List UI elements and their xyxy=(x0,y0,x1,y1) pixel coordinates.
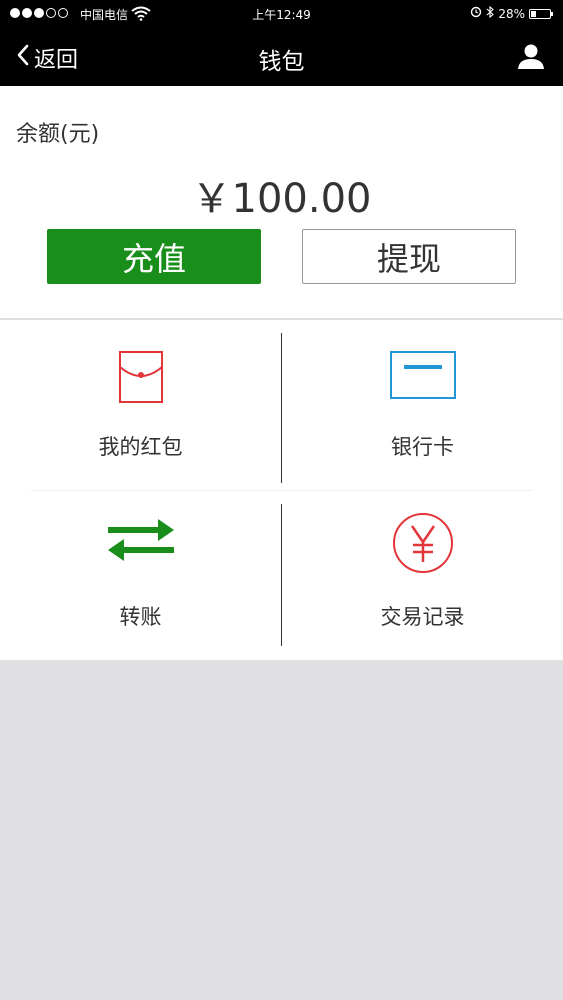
withdraw-button[interactable]: 提现 xyxy=(302,229,516,284)
balance-card: 余额(元) ￥100.00 充值 提现 xyxy=(0,86,563,318)
user-profile-button[interactable] xyxy=(517,42,545,74)
user-icon xyxy=(517,44,545,74)
menu-item-label: 银行卡 xyxy=(391,435,454,459)
status-right-group: 28% xyxy=(470,5,553,21)
menu-item-transfer[interactable]: 转账 xyxy=(0,491,281,661)
balance-label: 余额(元) xyxy=(16,122,100,147)
status-bar: 中国电信 上午12:49 28% xyxy=(0,0,563,28)
recharge-button[interactable]: 充值 xyxy=(47,229,261,284)
bluetooth-icon xyxy=(486,5,495,21)
menu-item-label: 转账 xyxy=(119,605,162,629)
battery-percent: 28% xyxy=(498,6,525,21)
balance-amount: ￥100.00 xyxy=(191,176,372,222)
page-title: 钱包 xyxy=(258,49,305,75)
menu-item-bank-card[interactable]: 银行卡 xyxy=(282,320,563,490)
wallet-function-grid: 我的红包 银行卡 转账 交易记录 xyxy=(0,319,563,660)
alarm-icon xyxy=(470,6,482,21)
menu-item-transactions[interactable]: 交易记录 xyxy=(282,491,563,661)
yuan-circle-icon xyxy=(282,512,563,574)
nav-bar: 返回 钱包 xyxy=(0,28,563,86)
menu-item-red-envelope[interactable]: 我的红包 xyxy=(0,320,281,490)
red-envelope-icon xyxy=(0,351,281,403)
menu-item-label: 我的红包 xyxy=(98,435,183,459)
transfer-arrows-icon xyxy=(0,517,281,563)
bank-card-icon xyxy=(282,351,563,399)
battery-icon xyxy=(529,8,553,19)
menu-item-label: 交易记录 xyxy=(380,605,465,629)
